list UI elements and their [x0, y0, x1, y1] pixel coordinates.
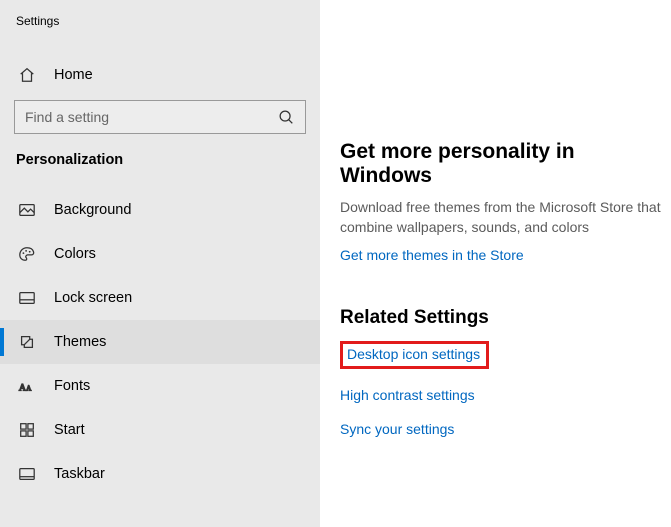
related-link-row: Sync your settings — [340, 421, 671, 437]
page-heading: Get more personality in Windows — [340, 140, 671, 188]
related-settings-heading: Related Settings — [340, 307, 671, 329]
picture-icon — [18, 201, 36, 219]
search-input-wrap[interactable] — [14, 100, 306, 134]
palette-icon — [18, 245, 36, 263]
sidebar-item-label: Fonts — [54, 378, 90, 394]
page-subtext: Download free themes from the Microsoft … — [340, 198, 671, 237]
sidebar-item-colors[interactable]: Colors — [0, 232, 320, 276]
taskbar-icon — [18, 465, 36, 483]
main-content: Get more personality in Windows Download… — [320, 0, 671, 527]
store-link[interactable]: Get more themes in the Store — [340, 247, 524, 263]
search-input[interactable] — [25, 109, 277, 125]
related-link-row: High contrast settings — [340, 387, 671, 403]
sidebar-item-start[interactable]: Start — [0, 408, 320, 452]
related-link-row: Desktop icon settings — [340, 341, 671, 369]
sidebar-item-label: Colors — [54, 246, 96, 262]
sidebar: Settings Home Personalization Background… — [0, 0, 320, 527]
high-contrast-settings-link[interactable]: High contrast settings — [340, 387, 475, 403]
sidebar-item-taskbar[interactable]: Taskbar — [0, 452, 320, 496]
sidebar-item-themes[interactable]: Themes — [0, 320, 320, 364]
lockscreen-icon — [18, 289, 36, 307]
sync-your-settings-link[interactable]: Sync your settings — [340, 421, 454, 437]
sidebar-item-label: Taskbar — [54, 466, 105, 482]
search-icon — [277, 108, 295, 126]
sidebar-item-label: Themes — [54, 334, 106, 350]
themes-icon — [18, 333, 36, 351]
sidebar-item-label: Lock screen — [54, 290, 132, 306]
window-title: Settings — [0, 14, 320, 28]
start-icon — [18, 421, 36, 439]
nav-home[interactable]: Home — [0, 56, 320, 94]
home-icon — [18, 66, 36, 84]
sidebar-item-background[interactable]: Background — [0, 188, 320, 232]
sidebar-item-label: Start — [54, 422, 85, 438]
sidebar-section-heading: Personalization — [0, 152, 320, 188]
svg-text:A: A — [26, 385, 32, 393]
sidebar-item-lockscreen[interactable]: Lock screen — [0, 276, 320, 320]
highlight-box: Desktop icon settings — [340, 341, 489, 369]
sidebar-item-fonts[interactable]: AA Fonts — [0, 364, 320, 408]
sidebar-item-label: Background — [54, 202, 131, 218]
nav-home-label: Home — [54, 67, 93, 83]
desktop-icon-settings-link[interactable]: Desktop icon settings — [347, 346, 480, 362]
fonts-icon: AA — [18, 377, 36, 395]
search-container — [14, 100, 306, 134]
